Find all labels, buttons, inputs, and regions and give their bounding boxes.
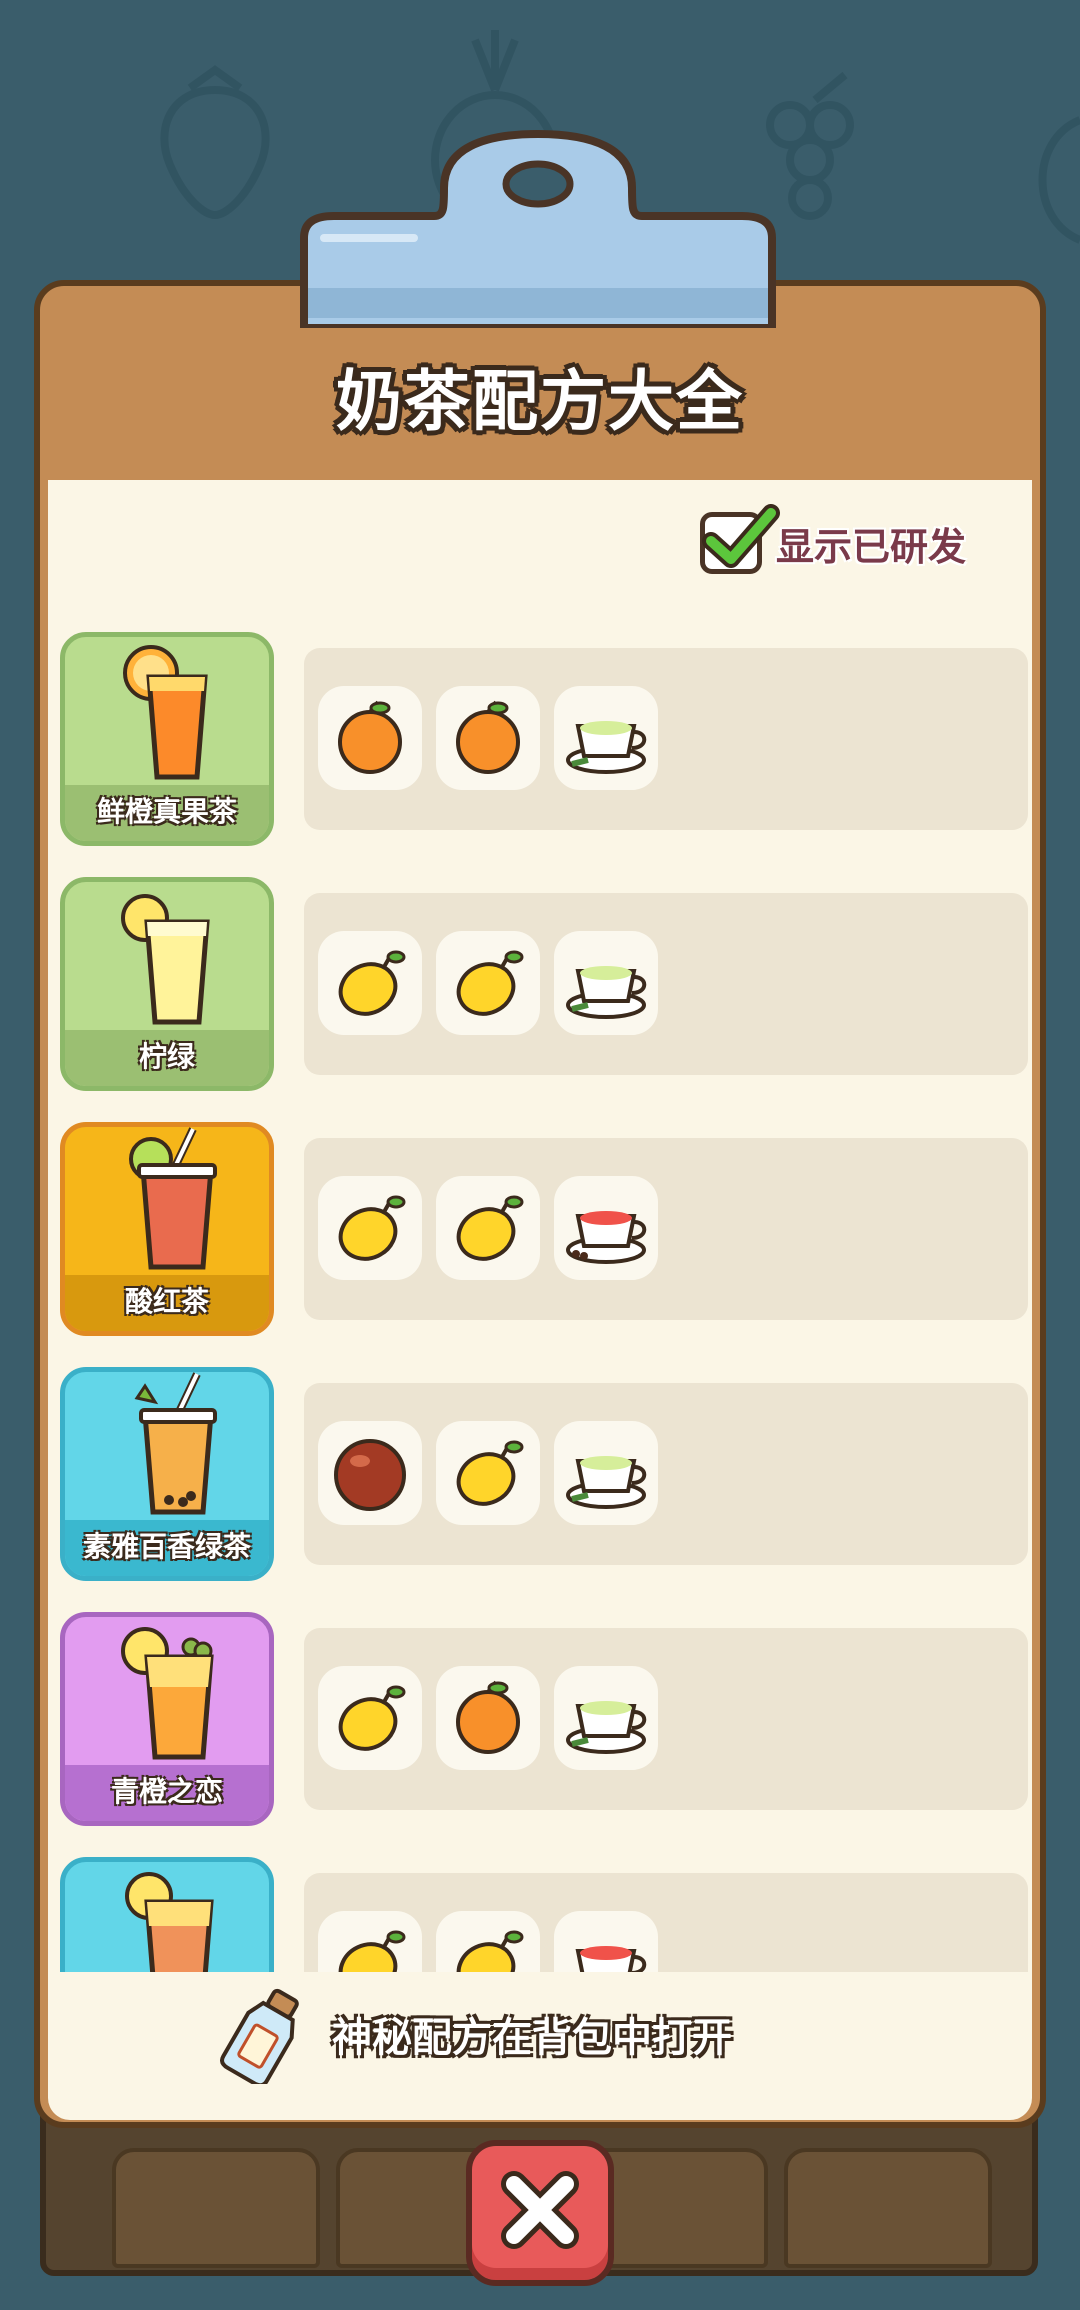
show-researched-label: 显示已研发 bbox=[776, 523, 967, 569]
ingredient-slot[interactable] bbox=[436, 1911, 540, 1972]
ingredient-slot[interactable] bbox=[436, 1666, 540, 1770]
ingredient-slot[interactable] bbox=[436, 686, 540, 790]
ingredients-panel bbox=[304, 648, 1028, 830]
red-tea-icon bbox=[575, 1946, 647, 1972]
ingredient-slot[interactable] bbox=[554, 931, 658, 1035]
recipe-card[interactable] bbox=[60, 1857, 274, 1972]
checkmark-icon bbox=[702, 504, 780, 568]
recipe-row[interactable]: 素雅百香绿茶 bbox=[58, 1365, 1028, 1583]
passion-green-tea-drink-icon bbox=[134, 1372, 217, 1515]
ingredients-panel bbox=[304, 1873, 1028, 1972]
ingredient-slot[interactable] bbox=[554, 1911, 658, 1972]
recipe-row[interactable]: 柠绿 bbox=[58, 875, 1028, 1093]
ingredient-slot[interactable] bbox=[436, 931, 540, 1035]
green-tea-icon bbox=[566, 721, 647, 774]
green-tea-icon bbox=[566, 1701, 647, 1754]
orange-icon bbox=[338, 700, 402, 774]
clipboard-clip-icon bbox=[300, 129, 776, 328]
recipe-name: 酸红茶 bbox=[65, 1275, 269, 1331]
ingredients-panel bbox=[304, 1138, 1028, 1320]
message-bottle-icon bbox=[220, 1988, 299, 2084]
ingredients-panel bbox=[304, 1383, 1028, 1565]
lemon-red-tea-drink-icon bbox=[125, 1872, 214, 1972]
recipe-row[interactable]: 鲜橙真果茶 bbox=[58, 630, 1028, 848]
ingredients-panel bbox=[304, 893, 1028, 1075]
lemon-icon bbox=[338, 1685, 406, 1751]
ingredient-slot[interactable] bbox=[436, 1176, 540, 1280]
lemon-icon bbox=[338, 950, 406, 1016]
lemon-green-drink-icon bbox=[121, 894, 210, 1025]
recipe-card[interactable]: 鲜橙真果茶 bbox=[60, 632, 274, 846]
shelf-slot bbox=[784, 2148, 992, 2268]
recipe-row[interactable] bbox=[58, 1855, 1028, 1972]
lemon-icon bbox=[456, 1930, 524, 1972]
lemon-icon bbox=[456, 1195, 524, 1261]
hint-text: 神秘配方在背包中打开 bbox=[332, 2015, 732, 2061]
strawberry-doodle-icon bbox=[160, 65, 270, 220]
mystery-recipe-hint: 神秘配方在背包中打开 bbox=[220, 1984, 732, 2084]
ingredient-slot[interactable] bbox=[318, 686, 422, 790]
ingredient-slot[interactable] bbox=[318, 1421, 422, 1525]
orange-juice-drink-icon bbox=[123, 645, 208, 780]
ingredient-slot[interactable] bbox=[318, 931, 422, 1035]
recipe-card[interactable]: 酸红茶 bbox=[60, 1122, 274, 1336]
lemon-icon bbox=[456, 1440, 524, 1506]
shelf-slot bbox=[112, 2148, 320, 2268]
ingredient-slot[interactable] bbox=[554, 1176, 658, 1280]
lemon-icon bbox=[338, 1930, 406, 1972]
recipe-card[interactable]: 青橙之恋 bbox=[60, 1612, 274, 1826]
leaf-doodle-icon bbox=[1038, 116, 1080, 244]
close-button[interactable] bbox=[466, 2140, 614, 2286]
passion-fruit-icon bbox=[334, 1439, 406, 1511]
green-orange-drink-icon bbox=[121, 1627, 214, 1760]
orange-icon bbox=[456, 1680, 520, 1754]
page-title: 奶茶配方大全 bbox=[336, 363, 744, 440]
recipe-name: 柠绿 bbox=[65, 1030, 269, 1086]
green-tea-icon bbox=[566, 1456, 647, 1509]
recipe-name: 鲜橙真果茶 bbox=[65, 785, 269, 841]
ingredients-panel bbox=[304, 1628, 1028, 1810]
ingredient-slot[interactable] bbox=[318, 1666, 422, 1770]
recipe-row[interactable]: 酸红茶 bbox=[58, 1120, 1028, 1338]
show-researched-checkbox[interactable] bbox=[700, 504, 780, 574]
recipe-card[interactable]: 素雅百香绿茶 bbox=[60, 1367, 274, 1581]
sour-red-tea-drink-icon bbox=[129, 1127, 217, 1270]
ingredient-slot[interactable] bbox=[554, 686, 658, 790]
orange-icon bbox=[456, 700, 520, 774]
green-tea-icon bbox=[566, 966, 647, 1019]
close-icon bbox=[501, 2171, 579, 2249]
recipe-name: 青橙之恋 bbox=[65, 1765, 269, 1821]
ingredient-slot[interactable] bbox=[554, 1666, 658, 1770]
lemon-icon bbox=[338, 1195, 406, 1261]
red-tea-icon bbox=[566, 1211, 647, 1264]
recipe-row[interactable]: 青橙之恋 bbox=[58, 1610, 1028, 1828]
show-researched-toggle[interactable]: 显示已研发 bbox=[700, 504, 967, 578]
ingredient-slot[interactable] bbox=[436, 1421, 540, 1525]
ingredient-slot[interactable] bbox=[318, 1911, 422, 1972]
recipe-card[interactable]: 柠绿 bbox=[60, 877, 274, 1091]
ingredient-slot[interactable] bbox=[554, 1421, 658, 1525]
lemon-icon bbox=[456, 950, 524, 1016]
recipe-list[interactable]: 鲜橙真果茶 柠绿 酸红茶 素雅百香绿茶 青橙之恋 bbox=[58, 630, 1028, 1972]
recipe-name: 素雅百香绿茶 bbox=[65, 1520, 269, 1576]
ingredient-slot[interactable] bbox=[318, 1176, 422, 1280]
